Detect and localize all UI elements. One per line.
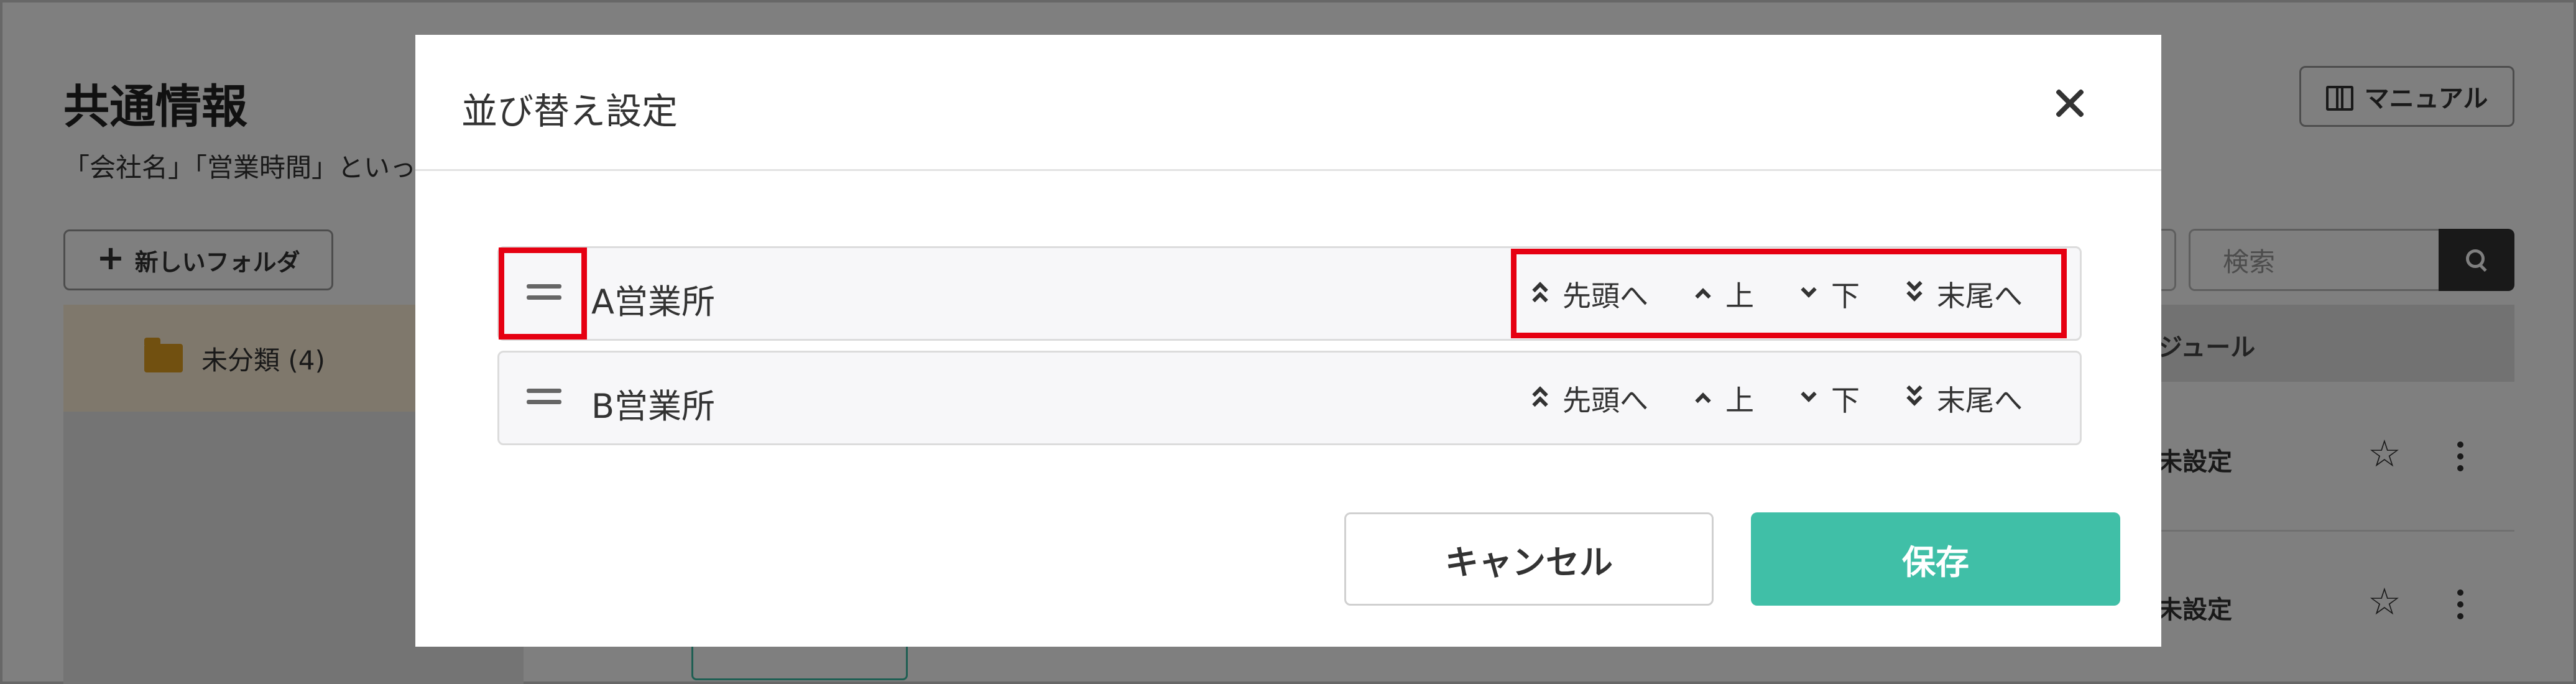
chevron-up-icon: [1694, 386, 1712, 411]
move-to-bottom-label: 末尾へ: [1937, 384, 2023, 417]
move-up-label: 上: [1725, 384, 1754, 417]
sort-actions: 先頭へ 上 下 末尾へ: [1531, 274, 2023, 314]
move-down-button[interactable]: 下: [1800, 378, 1860, 419]
move-to-top-button[interactable]: 先頭へ: [1531, 274, 1648, 315]
move-up-label: 上: [1725, 279, 1754, 313]
chevron-down-icon: [1800, 386, 1817, 411]
sort-settings-modal: 並び替え設定 A営業所 先頭へ 上 下 末尾へ B営業所 先頭へ 上 下 末尾へ…: [415, 35, 2161, 647]
drag-handle-icon[interactable]: [527, 389, 561, 406]
chevron-up-icon: [1694, 282, 1712, 307]
save-button[interactable]: 保存: [1751, 512, 2120, 606]
modal-title: 並び替え設定: [461, 90, 678, 132]
double-chevron-down-icon: [1906, 275, 1923, 307]
move-up-button[interactable]: 上: [1694, 378, 1754, 419]
double-chevron-up-icon: [1531, 386, 1549, 412]
move-down-button[interactable]: 下: [1800, 274, 1860, 315]
cancel-button[interactable]: キャンセル: [1344, 512, 1714, 606]
move-to-bottom-button[interactable]: 末尾へ: [1906, 274, 2023, 315]
move-to-top-button[interactable]: 先頭へ: [1531, 378, 1648, 419]
double-chevron-down-icon: [1906, 380, 1923, 411]
double-chevron-up-icon: [1531, 282, 1549, 308]
move-down-label: 下: [1831, 384, 1860, 417]
sort-item-label: B営業所: [591, 387, 716, 426]
move-to-bottom-label: 末尾へ: [1937, 279, 2023, 313]
sort-item[interactable]: B営業所 先頭へ 上 下 末尾へ: [497, 351, 2082, 445]
chevron-down-icon: [1800, 282, 1817, 307]
close-icon[interactable]: [2051, 85, 2088, 122]
move-to-top-label: 先頭へ: [1563, 384, 1648, 417]
sort-item[interactable]: A営業所 先頭へ 上 下 末尾へ: [497, 246, 2082, 341]
modal-divider: [415, 169, 2161, 171]
move-to-bottom-button[interactable]: 末尾へ: [1906, 378, 2023, 419]
sort-item-label: A営業所: [591, 282, 715, 321]
move-up-button[interactable]: 上: [1694, 274, 1754, 315]
move-to-top-label: 先頭へ: [1563, 279, 1648, 313]
move-down-label: 下: [1831, 279, 1860, 313]
drag-handle-icon[interactable]: [527, 284, 561, 302]
sort-actions: 先頭へ 上 下 末尾へ: [1531, 379, 2023, 418]
